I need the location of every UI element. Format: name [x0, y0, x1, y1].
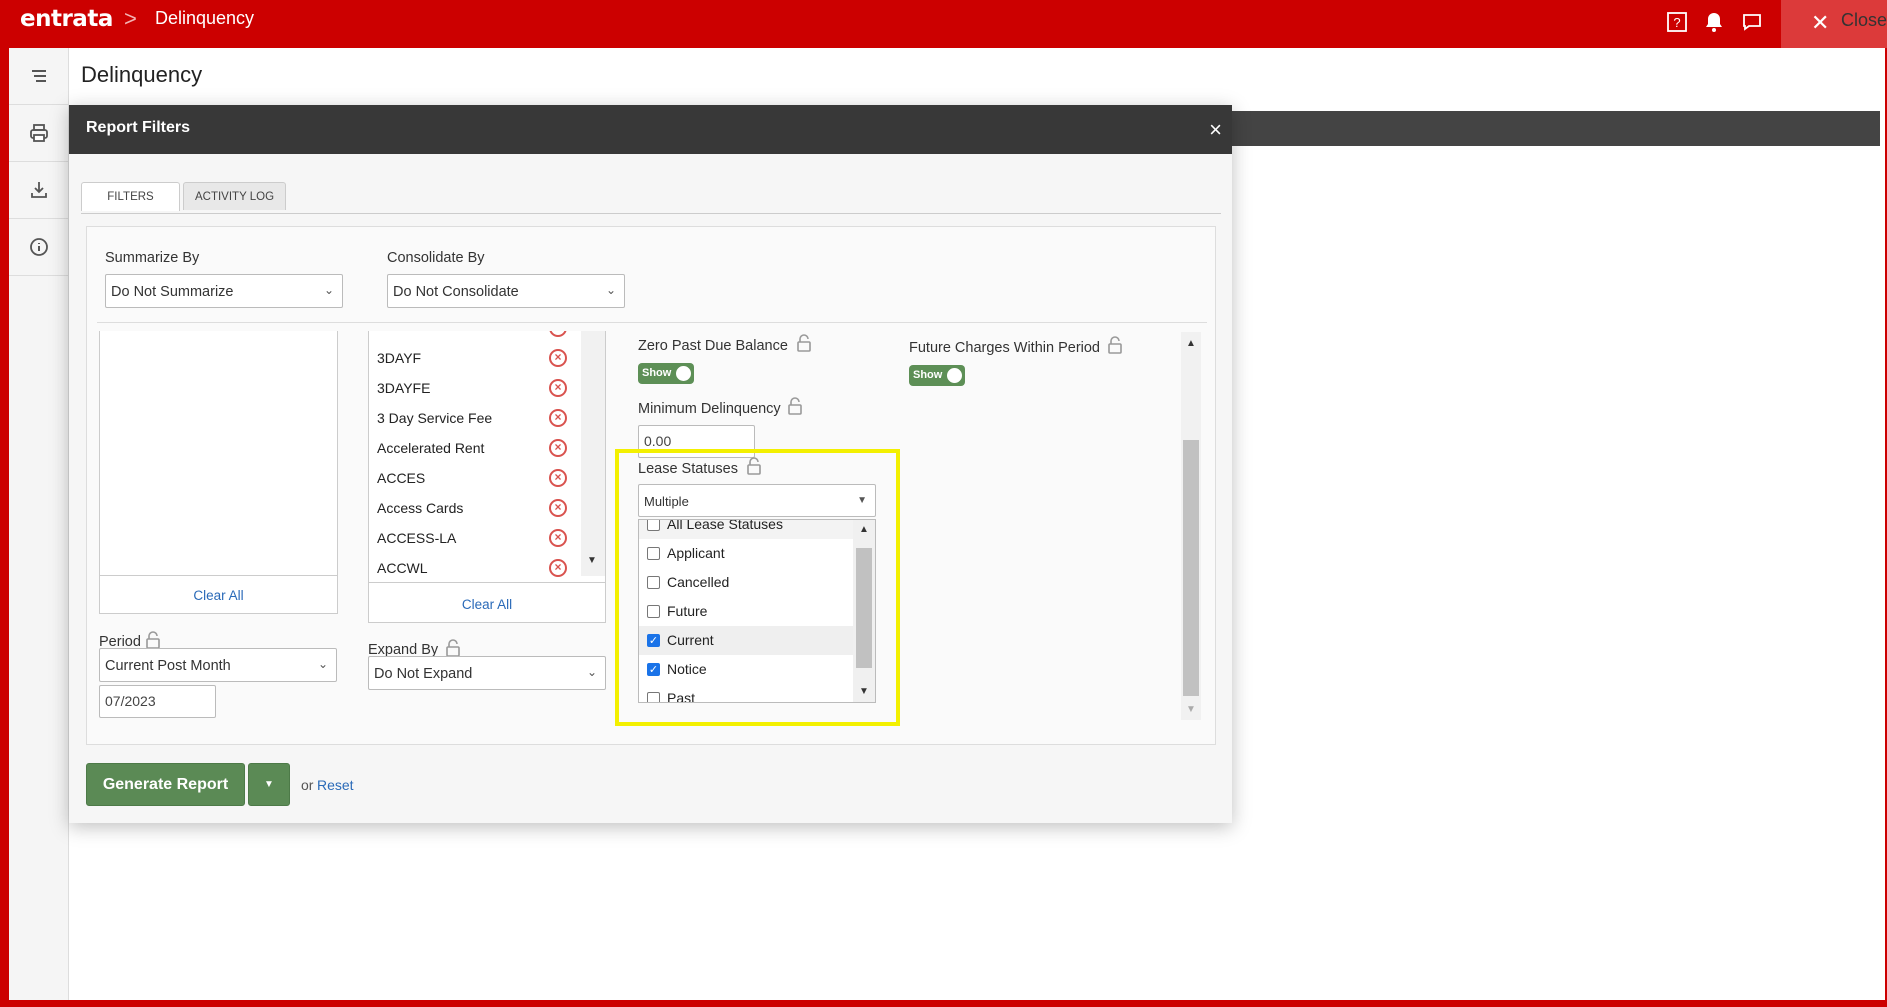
scrollbar[interactable]: ▼: [581, 331, 605, 576]
modal-close-icon[interactable]: ×: [1209, 117, 1222, 143]
scroll-down-icon[interactable]: ▼: [1186, 704, 1196, 715]
charge-code-item: ACCWL: [377, 560, 428, 576]
download-icon[interactable]: [9, 162, 69, 219]
modal-title: Report Filters: [86, 119, 191, 136]
tab-activity-log[interactable]: ACTIVITY LOG: [183, 182, 286, 210]
toggle-label: Show: [642, 367, 672, 379]
reset-link[interactable]: Reset: [317, 777, 354, 793]
panel-scrollbar[interactable]: ▲ ▼: [1181, 332, 1201, 720]
charge-code-item: ACCESS-LA: [377, 530, 457, 546]
remove-icon[interactable]: ×: [549, 499, 567, 517]
chevron-down-icon: ⌄: [317, 657, 328, 671]
min-delinquency-label: Minimum Delinquency: [638, 401, 781, 417]
modal-header: Report Filters ×: [69, 105, 1232, 154]
breadcrumb-separator: >: [124, 6, 137, 31]
print-icon[interactable]: [9, 105, 69, 162]
summarize-by-value: Do Not Summarize: [111, 284, 234, 300]
page-title: Delinquency: [81, 62, 203, 87]
consolidate-by-value: Do Not Consolidate: [393, 284, 519, 300]
zero-past-due-label: Zero Past Due Balance: [638, 338, 788, 354]
remove-icon[interactable]: ×: [549, 379, 567, 397]
charge-code-item: 3DAYF: [377, 350, 422, 366]
remove-icon[interactable]: ×: [549, 559, 567, 577]
period-select[interactable]: Current Post Month ⌄: [99, 648, 337, 682]
lock-icon[interactable]: [787, 397, 803, 415]
consolidate-by-select[interactable]: Do Not Consolidate ⌄: [387, 274, 625, 308]
scrollbar-thumb[interactable]: [1183, 440, 1199, 696]
close-app-button[interactable]: ✕ Close: [1781, 0, 1887, 48]
remove-icon[interactable]: ×: [549, 439, 567, 457]
charge-code-item: 3 Day Service Fee: [377, 410, 493, 426]
toggle-knob: [947, 368, 962, 383]
clear-all-button[interactable]: Clear All: [100, 588, 337, 603]
lock-icon[interactable]: [145, 631, 161, 649]
remove-icon[interactable]: ×: [549, 529, 567, 547]
consolidate-by-label: Consolidate By: [387, 250, 485, 266]
generate-options-caret-icon[interactable]: ▼: [248, 763, 290, 806]
zero-past-due-toggle[interactable]: Show: [638, 363, 694, 384]
future-charges-toggle[interactable]: Show: [909, 365, 965, 386]
bell-icon[interactable]: [1702, 10, 1726, 34]
toggle-label: Show: [913, 369, 943, 381]
info-icon[interactable]: [9, 219, 69, 276]
charge-code-item: ACCES: [377, 470, 426, 486]
chat-icon[interactable]: [1740, 10, 1764, 34]
scroll-down-icon[interactable]: ▼: [587, 555, 597, 566]
remove-icon[interactable]: ×: [549, 409, 567, 427]
top-bar: entrata > Delinquency ? ✕ Close: [0, 0, 1887, 48]
report-header-bar: [1230, 111, 1880, 146]
future-charges-label: Future Charges Within Period: [909, 340, 1100, 356]
highlight-box: [615, 449, 900, 726]
charge-codes-listbox[interactable]: × 3DAYF × 3DAYFE × 3 Day Service Fee × A…: [368, 331, 606, 623]
divider: [97, 322, 1207, 323]
or-text: or: [301, 777, 314, 793]
help-icon[interactable]: ?: [1665, 10, 1689, 34]
lock-icon[interactable]: [1107, 336, 1123, 354]
toggle-knob: [676, 366, 691, 381]
close-icon: ✕: [1811, 10, 1830, 35]
generate-report-button[interactable]: Generate Report: [86, 763, 245, 806]
scroll-up-icon[interactable]: ▲: [1186, 338, 1196, 349]
charge-clear-all-button[interactable]: Clear All: [369, 597, 605, 612]
chevron-down-icon: ⌄: [586, 665, 597, 679]
expand-by-value: Do Not Expand: [374, 666, 473, 682]
summarize-by-select[interactable]: Do Not Summarize ⌄: [105, 274, 343, 308]
menu-icon[interactable]: [9, 48, 69, 105]
report-filters-modal: Report Filters × FILTERS ACTIVITY LOG Su…: [69, 105, 1232, 823]
svg-text:?: ?: [1673, 15, 1680, 30]
remove-icon[interactable]: ×: [549, 349, 567, 367]
remove-icon[interactable]: ×: [549, 469, 567, 487]
chevron-down-icon: ⌄: [323, 283, 334, 297]
lock-icon[interactable]: [445, 639, 461, 657]
summarize-by-label: Summarize By: [105, 250, 200, 266]
period-value: Current Post Month: [105, 658, 231, 674]
period-date-input[interactable]: 07/2023: [99, 685, 216, 718]
charge-code-item: Access Cards: [377, 500, 464, 516]
lock-icon[interactable]: [796, 334, 812, 352]
chevron-down-icon: ⌄: [605, 283, 616, 297]
sidebar: [9, 48, 69, 1000]
charge-code-item: Accelerated Rent: [377, 440, 485, 456]
tab-filters[interactable]: FILTERS: [81, 182, 180, 211]
charge-code-item: 3DAYFE: [377, 380, 431, 396]
entrata-logo[interactable]: entrata: [20, 6, 113, 32]
close-label: Close: [1841, 10, 1887, 30]
breadcrumb-title: Delinquency: [155, 8, 255, 28]
expand-by-select[interactable]: Do Not Expand ⌄: [368, 656, 606, 690]
property-listbox[interactable]: Clear All: [99, 331, 338, 614]
modal-tabs: FILTERS ACTIVITY LOG: [81, 182, 1221, 214]
remove-icon[interactable]: ×: [549, 331, 567, 337]
